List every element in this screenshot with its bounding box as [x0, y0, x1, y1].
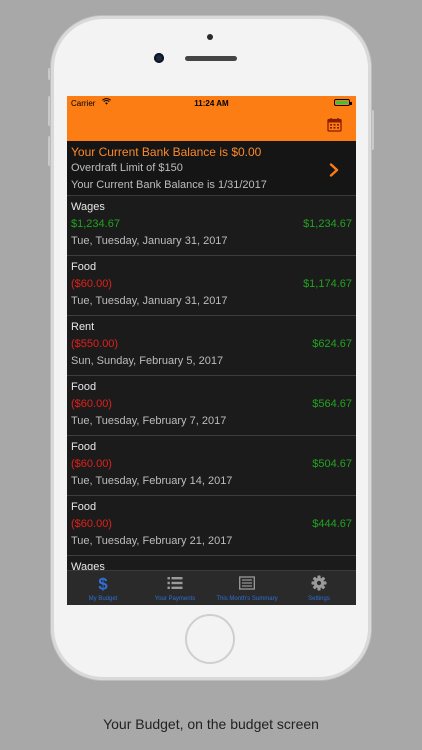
- transaction-amount: ($60.00): [71, 278, 112, 290]
- balance-date-label: Your Current Bank Balance is 1/31/2017: [71, 179, 267, 191]
- earpiece-speaker: [185, 56, 237, 61]
- tab-month-summary[interactable]: This Month's Summary: [211, 571, 283, 605]
- tab-label: Your Payments: [154, 596, 196, 602]
- transaction-name: Food: [71, 381, 97, 393]
- tab-your-payments[interactable]: Your Payments: [139, 571, 211, 605]
- transaction-name: Wages: [71, 201, 105, 213]
- tab-label: This Month's Summary: [216, 596, 278, 602]
- transaction-date: Tue, Tuesday, February 21, 2017: [71, 535, 233, 547]
- list-item[interactable]: Food ($60.00) $1,174.67 Tue, Tuesday, Ja…: [67, 256, 356, 316]
- tab-label: My Budget: [88, 596, 118, 602]
- transaction-date: Tue, Tuesday, January 31, 2017: [71, 235, 228, 247]
- running-balance: $444.67: [312, 518, 352, 530]
- summary-icon: [239, 576, 255, 590]
- list-item[interactable]: Food ($60.00) $444.67 Tue, Tuesday, Febr…: [67, 496, 356, 556]
- tab-my-budget[interactable]: $ My Budget: [67, 571, 139, 605]
- balance-summary[interactable]: Your Current Bank Balance is $0.00 Overd…: [67, 141, 356, 196]
- tab-bar: $ My Budget Your Payments This Month's S…: [67, 570, 356, 605]
- navigation-bar: Carrier 11:24 AM: [67, 96, 356, 141]
- transaction-name: Food: [71, 501, 97, 513]
- list-icon: [167, 577, 183, 589]
- current-balance-label: Your Current Bank Balance is $0.00: [71, 145, 262, 159]
- gear-icon: [311, 575, 327, 591]
- running-balance: $1,174.67: [303, 278, 352, 290]
- transaction-date: Sun, Sunday, February 5, 2017: [71, 355, 224, 367]
- running-balance: $504.67: [312, 458, 352, 470]
- running-balance: $624.67: [312, 338, 352, 350]
- list-item[interactable]: Food ($60.00) $504.67 Tue, Tuesday, Febr…: [67, 436, 356, 496]
- transaction-name: Food: [71, 441, 97, 453]
- app-screen: Carrier 11:24 AM Your Current Bank Balan…: [67, 96, 356, 605]
- running-balance: $1,234.67: [303, 218, 352, 230]
- status-bar: Carrier 11:24 AM: [67, 96, 356, 110]
- tab-settings[interactable]: Settings: [283, 571, 355, 605]
- tab-label: Settings: [308, 596, 330, 602]
- chevron-right-icon[interactable]: [329, 163, 339, 177]
- screenshot-caption: Your Budget, on the budget screen: [103, 716, 319, 732]
- list-item[interactable]: Rent ($550.00) $624.67 Sun, Sunday, Febr…: [67, 316, 356, 376]
- transaction-amount: ($60.00): [71, 518, 112, 530]
- transaction-list[interactable]: Wages $1,234.67 $1,234.67 Tue, Tuesday, …: [67, 196, 356, 605]
- transaction-date: Tue, Tuesday, February 7, 2017: [71, 415, 227, 427]
- running-balance: $564.67: [312, 398, 352, 410]
- status-time: 11:24 AM: [194, 99, 229, 108]
- transaction-amount: ($60.00): [71, 398, 112, 410]
- transaction-amount: ($60.00): [71, 458, 112, 470]
- overdraft-limit-label: Overdraft Limit of $150: [71, 162, 183, 174]
- transaction-name: Rent: [71, 321, 95, 333]
- transaction-date: Tue, Tuesday, February 14, 2017: [71, 475, 233, 487]
- transaction-name: Food: [71, 261, 97, 273]
- dollar-icon: $: [98, 575, 108, 591]
- list-item[interactable]: Food ($60.00) $564.67 Tue, Tuesday, Febr…: [67, 376, 356, 436]
- transaction-amount: $1,234.67: [71, 218, 120, 230]
- home-button[interactable]: [185, 614, 235, 664]
- transaction-date: Tue, Tuesday, January 31, 2017: [71, 295, 228, 307]
- transaction-amount: ($550.00): [71, 338, 119, 350]
- power-button: [371, 110, 374, 150]
- calendar-icon[interactable]: [327, 117, 342, 132]
- list-item[interactable]: Wages $1,234.67 $1,234.67 Tue, Tuesday, …: [67, 196, 356, 256]
- proximity-sensor: [207, 34, 213, 40]
- battery-icon: [334, 99, 352, 106]
- front-camera: [154, 53, 164, 63]
- svg-text:$: $: [98, 575, 108, 591]
